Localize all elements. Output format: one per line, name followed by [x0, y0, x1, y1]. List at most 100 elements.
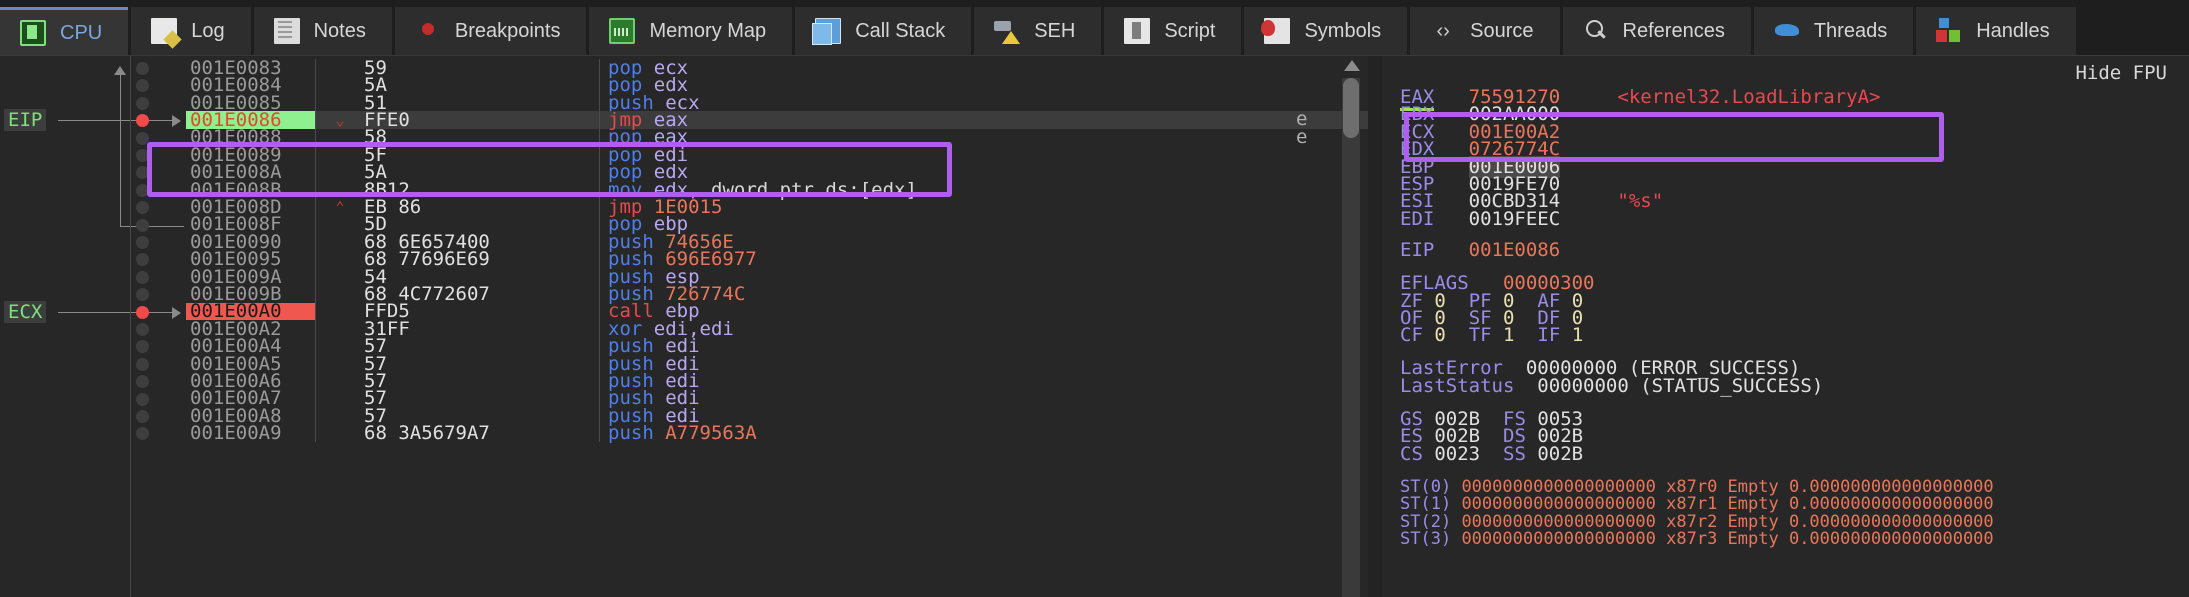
instruction-cell[interactable]: pop eax	[600, 126, 1368, 148]
jump-direction-icon	[316, 181, 364, 198]
disassembly-pane[interactable]: EIP ECX 001E0083 59 pop ecx 001E0084 5A pop ed…	[0, 56, 1368, 597]
segment-row[interactable]: CS 0023 SS 002B	[1400, 442, 1583, 465]
tab-cpu[interactable]: CPU	[0, 7, 129, 55]
arrow-line	[58, 311, 178, 313]
address-cell[interactable]: 001E00A9	[186, 422, 316, 444]
segment-value[interactable]: 002B	[1537, 443, 1583, 465]
register-comment: "%s"	[1617, 190, 1664, 213]
fpu-name: ST(3)	[1400, 528, 1452, 549]
instruction-cell[interactable]: push ecx	[600, 92, 1368, 114]
source-icon: ‹›	[1436, 20, 1450, 42]
breakpoint-toggle-icon[interactable]	[136, 392, 149, 406]
instruction-cell[interactable]: push edi	[600, 387, 1368, 409]
instruction-cell[interactable]: push A779563A	[600, 422, 1368, 445]
breakpoint-toggle-icon[interactable]	[136, 62, 149, 75]
call-stack-icon	[812, 18, 842, 45]
instruction-cell[interactable]: xor edi,edi	[600, 318, 1368, 340]
hide-fpu-button[interactable]: Hide FPU	[2075, 62, 2167, 84]
tab-call-stack[interactable]: Call Stack	[795, 7, 972, 55]
tab-symbols[interactable]: Symbols	[1244, 7, 1408, 55]
instruction-cell[interactable]: push 696E6977	[600, 248, 1368, 270]
register-value[interactable]: 001E0086	[1469, 239, 1561, 261]
segment-name: SS	[1503, 442, 1526, 465]
jump-direction-icon	[316, 216, 364, 233]
opcode-bytes-cell[interactable]: FFE0	[364, 109, 600, 131]
register-row-edi[interactable]: EDI 0019FEEC	[1400, 208, 1561, 230]
instruction-cell[interactable]: pop edx	[600, 74, 1368, 96]
disassembly-scrollbar[interactable]	[1342, 56, 1360, 597]
instruction-cell[interactable]: push edi	[600, 335, 1368, 357]
tab-label: Log	[191, 20, 225, 42]
tab-breakpoints[interactable]: Breakpoints	[394, 7, 587, 55]
opcode-bytes-cell[interactable]: 57	[364, 335, 600, 357]
tab-log[interactable]: Log	[131, 7, 251, 55]
opcode-bytes-cell[interactable]: 58	[364, 126, 600, 148]
register-arrow-gutter: EIP ECX	[0, 56, 186, 597]
tab-notes[interactable]: Notes	[253, 7, 392, 55]
breakpoint-toggle-icon[interactable]	[136, 410, 149, 423]
breakpoint-toggle-icon[interactable]	[136, 357, 149, 371]
tab-seh[interactable]: SEH	[974, 7, 1102, 55]
breakpoint-toggle-icon[interactable]	[136, 96, 149, 110]
tab-label: Source	[1470, 20, 1534, 42]
instruction-cell[interactable]: jmp 1E0015	[600, 196, 1368, 218]
opcode-bytes-cell[interactable]: 68 77696E69	[364, 248, 600, 270]
opcode-bytes-cell[interactable]: 31FF	[364, 318, 600, 340]
opcode-bytes-cell[interactable]: EB 86	[364, 196, 600, 218]
register-pane[interactable]: Hide FPU EAX 75591270 <kernel32.LoadLibr…	[1382, 56, 2189, 597]
instruction-cell[interactable]: push 726774C	[600, 283, 1368, 305]
tab-memory-map[interactable]: Memory Map	[589, 7, 793, 55]
main-tab-bar[interactable]: CPU Log Notes Breakpoints Memory Map Call Sta…	[0, 0, 2189, 56]
breakpoint-toggle-icon[interactable]	[136, 270, 149, 284]
instruction-cell[interactable]: push edi	[600, 353, 1368, 375]
opcode-bytes-cell[interactable]: 57	[364, 370, 600, 392]
flag-value[interactable]: 1	[1503, 324, 1514, 346]
opcode-bytes-cell[interactable]: 57	[364, 387, 600, 409]
breakpoint-toggle-icon[interactable]	[136, 236, 149, 249]
scroll-up-icon[interactable]	[1344, 60, 1360, 71]
jump-direction-icon	[316, 250, 364, 267]
tab-handles[interactable]: Handles	[1916, 7, 2076, 55]
breakpoint-toggle-icon[interactable]	[136, 183, 149, 197]
jump-direction-icon: ⌃	[335, 197, 345, 216]
instruction-cell[interactable]: push edi	[600, 370, 1368, 392]
cpu-icon	[20, 19, 46, 46]
fpu-row[interactable]: ST(3) 0000000000000000000 x87r3 Empty 0.…	[1400, 528, 1994, 549]
tab-source[interactable]: ‹› Source	[1410, 7, 1560, 55]
opcode-bytes-cell[interactable]: 57	[364, 353, 600, 375]
tab-script[interactable]: Script	[1104, 7, 1242, 55]
comment-cell: e	[1296, 125, 1308, 148]
memory-map-icon	[609, 18, 636, 44]
tab-threads[interactable]: Threads	[1753, 7, 1914, 55]
jump-direction-icon	[316, 146, 364, 163]
threads-icon	[1774, 18, 1800, 44]
opcode-bytes-cell[interactable]: 5F	[364, 144, 600, 166]
operand: A779563A	[665, 422, 757, 445]
instruction-cell[interactable]: pop ecx	[600, 57, 1368, 79]
opcode-bytes-cell[interactable]: 5A	[364, 74, 600, 96]
breakpoint-toggle-icon[interactable]	[136, 131, 149, 145]
breakpoint-toggle-icon[interactable]	[136, 218, 149, 232]
opcode-bytes-cell[interactable]: 68 3A5679A7	[364, 422, 600, 444]
flag-row[interactable]: CF 0 TF 1 IF 1	[1400, 324, 1583, 347]
register-row-eip[interactable]: EIP 001E0086	[1400, 239, 1561, 261]
scrollbar-track[interactable]	[1342, 78, 1360, 597]
flag-value[interactable]: 1	[1572, 324, 1583, 346]
tab-references[interactable]: References	[1562, 7, 1751, 55]
opcode-bytes-cell[interactable]: 59	[364, 57, 600, 79]
breakpoint-toggle-icon[interactable]	[136, 149, 149, 162]
flag-name: TF	[1468, 324, 1492, 347]
flag-value[interactable]: 0	[1434, 324, 1445, 346]
breakpoint-toggle-icon[interactable]	[136, 323, 149, 336]
register-value[interactable]: 0019FEEC	[1469, 208, 1561, 230]
scrollbar-thumb[interactable]	[1343, 78, 1359, 138]
instruction-cell[interactable]: jmp eax	[600, 109, 1368, 131]
table-row[interactable]: 001E00A9 68 3A5679A7 push A779563A	[136, 422, 1368, 445]
tab-label: CPU	[60, 21, 103, 44]
segment-value[interactable]: 0023	[1434, 443, 1480, 465]
jump-direction-icon	[316, 285, 364, 302]
instruction-cell[interactable]: pop edi	[600, 144, 1368, 166]
symbols-icon	[1261, 18, 1291, 44]
jump-direction-icon	[316, 355, 364, 372]
breakpoint-toggle-icon[interactable]	[136, 305, 149, 319]
